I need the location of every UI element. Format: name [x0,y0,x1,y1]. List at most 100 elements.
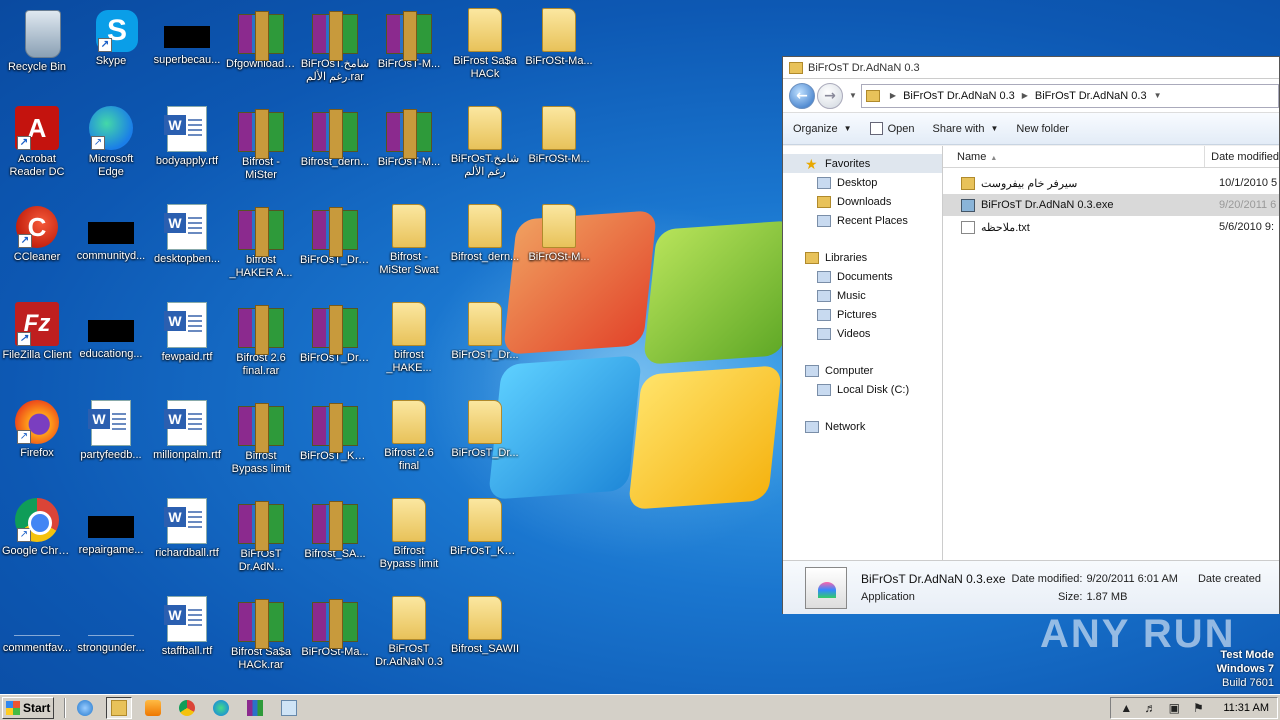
organize-button[interactable]: Organize ▼ [793,123,852,135]
taskbar-ie[interactable] [72,697,98,719]
rar-icon [238,207,284,257]
desktop-icon[interactable]: partyfeedb... [74,396,148,462]
desktop-icon[interactable]: BiFrOsT Dr.AdN... [224,494,298,574]
desktop-icon[interactable]: commentfav... [0,592,74,655]
nav-videos[interactable]: Videos [783,324,942,343]
desktop-icon[interactable]: Bifrost - MiSter Swat.rar [224,102,298,182]
desktop-icon-label: richardball.rtf [155,547,219,559]
file-row[interactable]: BiFrOsT Dr.AdNaN 0.3.exe 9/20/2011 6 [943,194,1279,216]
action-center-flag-icon[interactable]: ⚑ [1191,701,1205,715]
network-icon[interactable]: ▣ [1167,701,1181,715]
forward-button[interactable]: → [817,82,843,109]
desktop-icon[interactable]: millionpalm.rtf [150,396,224,475]
desktop-icon[interactable]: bodyapply.rtf [150,102,224,168]
desktop-icon[interactable]: Bifrost - MiSter Swat [372,200,446,277]
start-button[interactable]: Start [2,696,54,719]
nav-recent-places[interactable]: Recent Places [783,211,942,230]
volume-icon[interactable]: ♬ [1143,701,1157,715]
desktop-icon[interactable]: BiFrOsT.شامخ رغم الألم.rar [298,4,372,84]
desktop-icon[interactable]: Fz ↗ FileZilla Client [0,298,74,375]
column-date-modified[interactable]: Date modified [1205,146,1279,167]
desktop-icon[interactable]: BiFrOsT.شامخ رغم الألم [448,102,522,179]
nav-music[interactable]: Music [783,286,942,305]
taskbar-explorer[interactable] [106,696,132,719]
desktop-icon[interactable]: repairgame... [74,494,148,557]
desktop-icon[interactable]: BiFrOsT_Dr.... [298,298,372,378]
address-bar[interactable]: ▶ BiFrOsT Dr.AdNaN 0.3 ▶ BiFrOsT Dr.AdNa… [860,83,1279,108]
desktop-icon[interactable]: BiFrOsT_Dr... [448,396,522,460]
breadcrumb-item[interactable]: BiFrOsT Dr.AdNaN 0.3 [1035,90,1147,102]
breadcrumb-item[interactable]: BiFrOsT Dr.AdNaN 0.3 [903,90,1015,102]
clock[interactable]: 11:31 AM [1223,702,1269,714]
recent-pages-dropdown[interactable]: ▼ [849,91,857,100]
desktop-icon[interactable]: BiFrOsT-M... [372,102,446,169]
desktop-icon[interactable]: BiFrOsT_Dr... [448,298,522,362]
desktop-icon[interactable]: BiFrOsT Dr.AdNaN 0.3 [372,592,446,669]
desktop-icon[interactable]: fewpaid.rtf [150,298,224,364]
desktop-icon[interactable]: Bifrost 2.6 final [372,396,446,473]
desktop-icon[interactable]: BiFrOSt-M... [522,200,596,264]
taskbar-media-player[interactable] [140,697,166,719]
nav-computer[interactable]: Computer [783,361,942,380]
new-folder-button[interactable]: New folder [1016,123,1069,135]
nav-downloads[interactable]: Downloads [783,192,942,211]
desktop-icon[interactable]: BiFrOsT_Kor... [298,396,372,476]
desktop-icon[interactable]: educationg... [74,298,148,361]
desktop-icon[interactable]: S ↗ Skype [74,4,148,68]
desktop-icon[interactable]: communityd... [74,200,148,263]
desktop-icon[interactable]: Dfgownload.... [224,4,298,84]
nav-network[interactable]: Network [783,417,942,436]
desktop-icon[interactable]: ↗ Microsoft Edge [74,102,148,179]
window-title-bar[interactable]: BiFrOsT Dr.AdNaN 0.3 [783,57,1279,79]
desktop-icon[interactable]: Bifrost Bypass limit 2100 vi... [224,396,298,476]
desktop-icon[interactable]: BiFrOSt-Ma... [298,592,372,659]
share-with-button[interactable]: Share with ▼ [932,123,998,135]
desktop-icon[interactable]: staffball.rtf [150,592,224,658]
desktop-icon[interactable]: desktopben... [150,200,224,266]
desktop-icon[interactable]: ↗ Google Chrome [0,494,74,558]
desktop-icon[interactable]: BiFrOsT_Kor... [448,494,522,571]
desktop-icon[interactable]: Bifrost Sa$a HACk.rar [224,592,298,672]
chevron-right-icon[interactable]: ▶ [890,91,896,100]
desktop-icon[interactable]: BiFrOsT-M... [372,4,446,71]
desktop-icon[interactable]: Bifrost 2.6 final.rar [224,298,298,378]
desktop-icon[interactable]: A ↗ Acrobat Reader DC [0,102,74,179]
nav-local-disk[interactable]: Local Disk (C:) [783,380,942,399]
desktop-icon[interactable]: Bifrost_dern... [298,102,372,182]
desktop-icon[interactable]: Bifrost Bypass limit 2100 vi... [372,494,446,571]
desktop-icon[interactable]: Bifrost_dern... [448,200,522,277]
taskbar-chrome[interactable] [174,697,200,719]
taskbar-notepad[interactable] [276,697,302,719]
file-row[interactable]: ملاحظه.txt 5/6/2010 9: [943,216,1279,238]
desktop-icon[interactable]: Bifrost_SA... [298,494,372,561]
desktop-icon[interactable]: Recycle Bin [0,4,74,74]
nav-desktop[interactable]: Desktop [783,173,942,192]
taskbar-edge[interactable] [208,697,234,719]
chevron-down-icon[interactable]: ▼ [1154,91,1162,100]
desktop-icon[interactable]: Bifrost_SAWII [448,592,522,656]
desktop-icon[interactable]: strongunder... [74,592,148,668]
back-button[interactable]: ← [789,82,815,109]
chevron-right-icon[interactable]: ▶ [1022,91,1028,100]
desktop-icon[interactable]: superbecau... [150,4,224,67]
music-icon [817,289,831,302]
taskbar-winrar[interactable] [242,697,268,719]
nav-libraries[interactable]: Libraries [783,248,942,267]
column-name[interactable]: Name ▲ [943,146,1206,167]
explorer-window[interactable]: BiFrOsT Dr.AdNaN 0.3 ← → ▼ ▶ BiFrOsT Dr.… [782,56,1280,614]
nav-pictures[interactable]: Pictures [783,305,942,324]
desktop-icon[interactable]: bifrost _HAKE... [372,298,446,375]
file-row[interactable]: سيرفر خام بيفروست 10/1/2010 5 [943,172,1279,194]
desktop-icon[interactable]: bifrost _HAKER A... [224,200,298,280]
desktop-icon[interactable]: C ↗ CCleaner [0,200,74,264]
nav-favorites[interactable]: ★ Favorites [783,154,942,173]
show-hidden-icons[interactable]: ▲ [1119,701,1133,715]
nav-documents[interactable]: Documents [783,267,942,286]
open-button[interactable]: Open [869,122,914,135]
desktop-icon[interactable]: richardball.rtf [150,494,224,573]
desktop-icon[interactable]: BiFrOSt-Ma... [522,4,596,68]
desktop-icon[interactable]: ↗ Firefox [0,396,74,460]
desktop-icon[interactable]: BiFrOSt-M... [522,102,596,166]
desktop-icon[interactable]: BiFrOsT_Dr.... [298,200,372,280]
desktop-icon[interactable]: BiFrost Sa$a HACk [448,4,522,81]
